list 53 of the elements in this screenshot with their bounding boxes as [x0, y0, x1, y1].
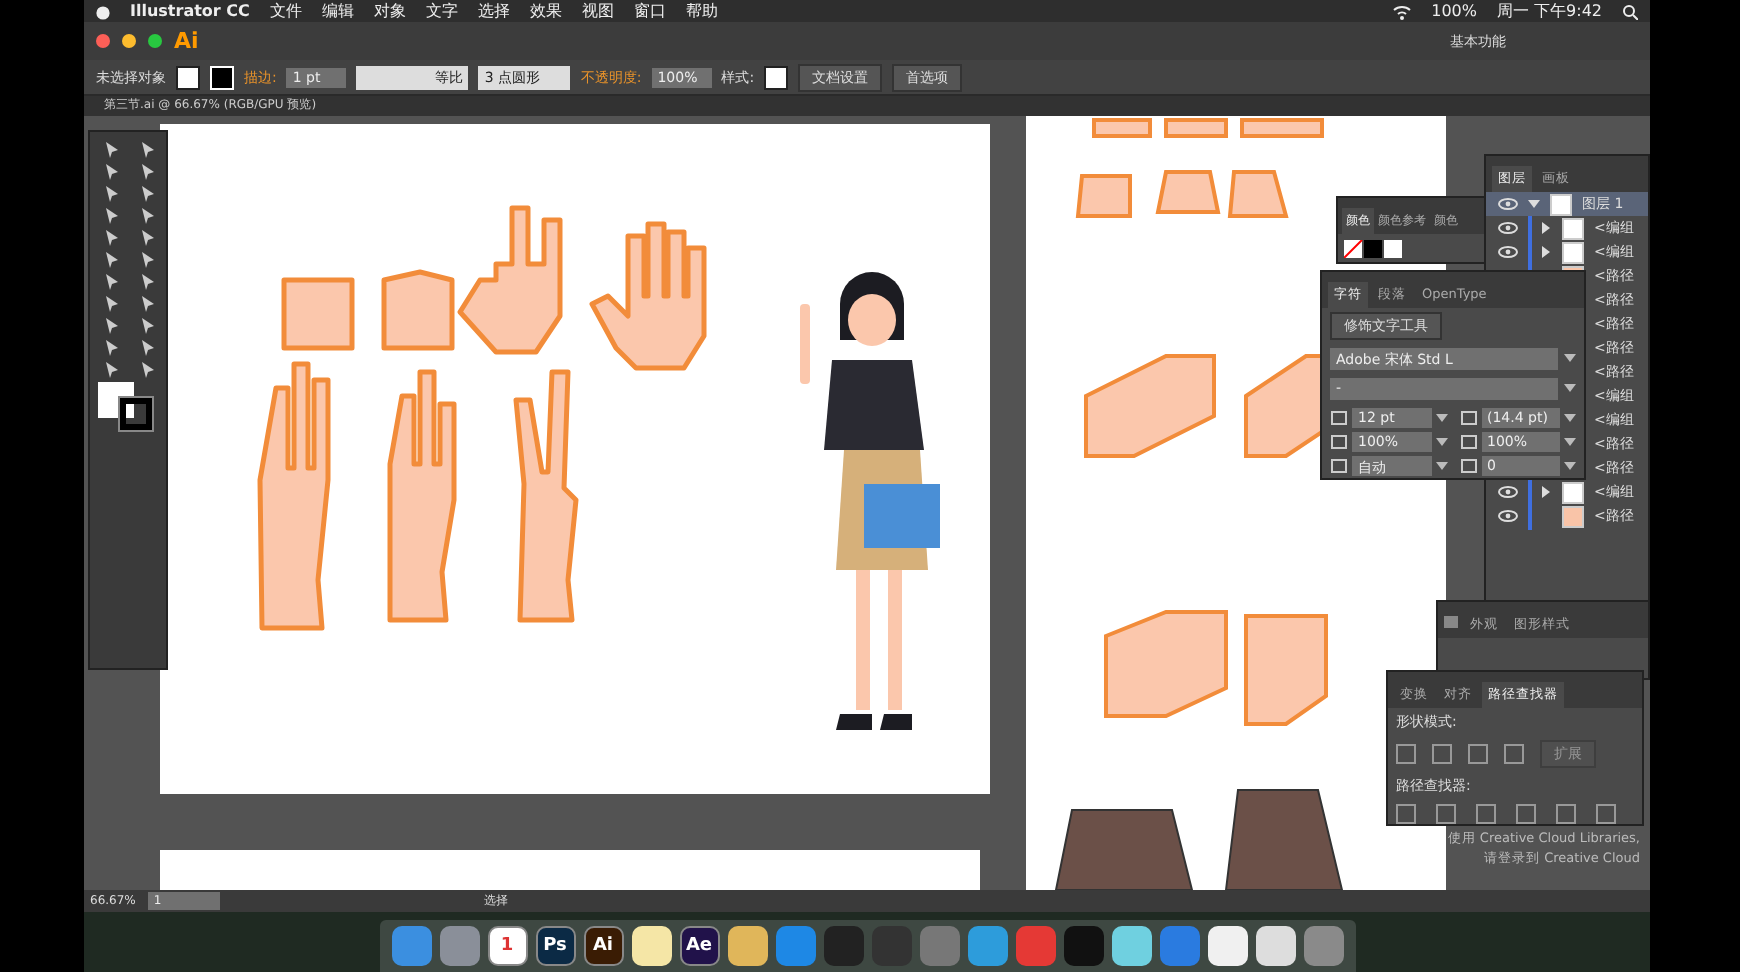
- menu-item[interactable]: 文件: [269, 0, 302, 22]
- menu-item[interactable]: 帮助: [685, 0, 718, 22]
- wifi-icon[interactable]: [1391, 3, 1412, 19]
- eye-icon[interactable]: [1498, 246, 1518, 258]
- app-icon[interactable]: [1255, 926, 1295, 966]
- panel-icon[interactable]: [1444, 612, 1460, 632]
- dropdown-caret-icon: [1435, 461, 1447, 471]
- menu-item[interactable]: 视图: [581, 0, 614, 22]
- search-icon[interactable]: [1622, 3, 1638, 19]
- layer-thumbnail: [1562, 241, 1584, 263]
- menu-item[interactable]: 选择: [477, 0, 510, 22]
- dropdown-caret-icon: [1435, 413, 1447, 423]
- menu-item[interactable]: 编辑: [321, 0, 354, 22]
- menu-item[interactable]: 文字: [425, 0, 458, 22]
- app-icon[interactable]: [1207, 926, 1247, 966]
- app-menu[interactable]: Illustrator CC: [130, 2, 250, 20]
- menu-item[interactable]: 对象: [373, 0, 406, 22]
- dropdown-caret-icon: [1564, 384, 1576, 394]
- layer-thumbnail: [1562, 217, 1584, 239]
- app-icon[interactable]: [727, 926, 767, 966]
- minimize-icon[interactable]: [122, 34, 136, 48]
- zoom-icon[interactable]: [148, 34, 162, 48]
- dropdown-caret-icon: [1435, 437, 1447, 447]
- app-icon[interactable]: Ps: [535, 926, 575, 966]
- eye-icon[interactable]: [1498, 222, 1518, 234]
- app-icon[interactable]: 1: [487, 926, 527, 966]
- dropdown-caret-icon: [1564, 437, 1576, 447]
- collapsed-caret-icon[interactable]: [1542, 486, 1552, 498]
- stroke-swatch[interactable]: [210, 65, 234, 89]
- app-icon[interactable]: Ai: [583, 926, 623, 966]
- eye-icon[interactable]: [1498, 198, 1518, 210]
- menu-item[interactable]: 效果: [529, 0, 562, 22]
- app-icon[interactable]: [631, 926, 671, 966]
- battery-percent: 100%: [1431, 2, 1477, 20]
- fill-swatch[interactable]: [176, 65, 200, 89]
- close-icon[interactable]: [96, 34, 110, 48]
- dropdown-caret-icon: [1564, 354, 1576, 364]
- eye-icon[interactable]: [1498, 486, 1518, 498]
- expanded-caret-icon[interactable]: [1528, 198, 1540, 210]
- style-swatch[interactable]: [764, 65, 789, 89]
- app-icon[interactable]: [1111, 926, 1151, 966]
- dropdown-caret-icon: [1564, 413, 1576, 423]
- app-icon[interactable]: Ae: [679, 926, 719, 966]
- dropdown-caret-icon: [1564, 461, 1576, 471]
- layer-thumbnail: [1562, 505, 1584, 527]
- layer-thumbnail: [1550, 193, 1572, 215]
- color-swatches-icon[interactable]: [1344, 240, 1404, 258]
- menu-item[interactable]: 窗口: [633, 0, 666, 22]
- stroke-color-swatch[interactable]: [120, 398, 152, 430]
- app-logo: Ai: [174, 28, 199, 54]
- menu-clock[interactable]: 周一 下午9:42: [1496, 0, 1602, 22]
- layer-thumbnail: [1562, 481, 1584, 503]
- eye-icon[interactable]: [1498, 510, 1518, 522]
